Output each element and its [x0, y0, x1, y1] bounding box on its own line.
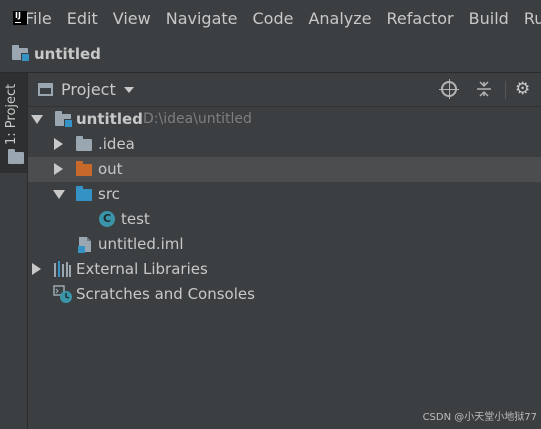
module-folder-icon — [12, 45, 30, 62]
project-view-label: Project — [61, 80, 116, 99]
menu-edit[interactable]: Edit — [67, 9, 98, 28]
window-icon — [38, 83, 53, 96]
idea-folder-label: .idea — [98, 135, 135, 153]
menu-run[interactable]: Ru — [524, 9, 541, 28]
src-folder-label: src — [98, 185, 120, 203]
module-folder-icon — [55, 111, 73, 128]
expand-arrow-icon[interactable] — [54, 163, 63, 175]
tree-row-iml[interactable]: untitled.iml — [28, 232, 541, 257]
menu-file[interactable]: File — [25, 9, 52, 28]
menu-refactor[interactable]: Refactor — [387, 9, 454, 28]
project-title[interactable]: untitled — [34, 45, 101, 63]
libraries-icon — [53, 261, 72, 281]
source-folder-icon — [76, 186, 92, 201]
watermark: CSDN @小天堂小地狱77 — [422, 412, 537, 423]
expand-arrow-icon[interactable] — [54, 138, 63, 150]
iml-file-icon — [78, 236, 92, 257]
project-panel-header: Project ⚙ — [28, 73, 541, 107]
project-tree: untitled D:\idea\untitled .idea out src … — [28, 107, 541, 429]
test-class-label: test — [121, 210, 150, 228]
expand-arrow-icon[interactable] — [31, 115, 43, 124]
collapse-all-icon[interactable] — [476, 81, 492, 97]
project-tab-folder-icon — [8, 149, 24, 164]
expand-arrow-icon[interactable] — [53, 190, 65, 199]
external-libraries-label: External Libraries — [76, 260, 208, 278]
project-tab-label: 1: Project — [4, 83, 19, 145]
iml-file-label: untitled.iml — [98, 235, 184, 253]
scratches-label: Scratches and Consoles — [76, 285, 255, 303]
menu-code[interactable]: Code — [253, 9, 294, 28]
tree-row-test[interactable]: C test — [28, 207, 541, 232]
menu-navigate[interactable]: Navigate — [166, 9, 238, 28]
root-module-label: untitled — [76, 110, 143, 128]
tree-row-idea[interactable]: .idea — [28, 132, 541, 157]
locate-target-icon[interactable] — [439, 79, 459, 99]
out-folder-label: out — [98, 160, 123, 178]
menu-view[interactable]: View — [113, 9, 151, 28]
project-view-selector[interactable]: Project — [38, 80, 134, 99]
excluded-folder-icon — [76, 161, 92, 176]
folder-icon — [76, 136, 92, 151]
logo-text: IJ — [13, 11, 27, 25]
project-tool-tab[interactable]: 1: Project — [0, 73, 27, 173]
menu-build[interactable]: Build — [469, 9, 509, 28]
menu-analyze[interactable]: Analyze — [308, 9, 371, 28]
tree-row-out[interactable]: out — [28, 157, 541, 182]
gear-icon[interactable]: ⚙ — [515, 79, 530, 99]
chevron-down-icon — [123, 86, 134, 93]
navigation-bar: untitled — [0, 36, 541, 73]
expand-arrow-icon[interactable] — [32, 263, 41, 275]
java-class-icon: C — [99, 211, 115, 227]
tree-row-external-libraries[interactable]: External Libraries — [28, 257, 541, 282]
root-path: D:\idea\untitled — [143, 111, 252, 127]
header-divider — [505, 81, 506, 99]
scratches-icon — [53, 285, 73, 308]
tree-row-src[interactable]: src — [28, 182, 541, 207]
menu-bar: IJ File Edit View Navigate Code Analyze … — [0, 0, 541, 36]
tree-row-root[interactable]: untitled D:\idea\untitled — [28, 107, 541, 132]
left-tool-stripe: 1: Project — [0, 73, 28, 429]
tree-row-scratches[interactable]: Scratches and Consoles — [28, 282, 541, 307]
